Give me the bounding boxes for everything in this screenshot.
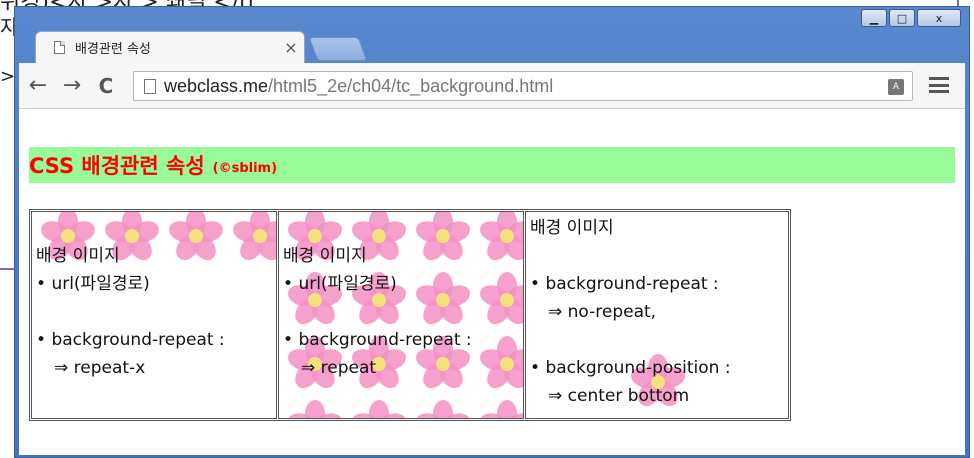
- browser-window: ▁ □ x 배경관련 속성 × ← → C webclass.me/html5_…: [14, 6, 970, 458]
- translate-icon[interactable]: A: [888, 79, 904, 95]
- cell-line: ⇒ repeat-x: [54, 358, 146, 378]
- flower-icon: [287, 400, 343, 418]
- new-tab-button[interactable]: [308, 37, 368, 61]
- close-icon: x: [935, 11, 943, 25]
- cell-line: ⇒ no-repeat,: [548, 302, 657, 322]
- window-controls: ▁ □ x: [861, 9, 961, 27]
- flower-icon: [351, 400, 407, 418]
- back-button[interactable]: ←: [25, 73, 51, 99]
- forward-button[interactable]: →: [59, 73, 85, 99]
- page-content: CSS 배경관련 속성 (©sblim) 배경 이미지 url(파일경로) ba…: [19, 109, 965, 455]
- reload-button[interactable]: C: [93, 73, 119, 99]
- cell-line: background-repeat :: [283, 326, 519, 354]
- demo-table: 배경 이미지 url(파일경로) background-repeat : ⇒ r…: [29, 209, 791, 421]
- minimize-button[interactable]: ▁: [861, 9, 887, 27]
- cell-title: 배경 이미지: [36, 246, 120, 266]
- cell-line: url(파일경로): [283, 270, 519, 298]
- menu-icon[interactable]: [929, 75, 949, 95]
- browser-toolbar: ← → C webclass.me/html5_2e/ch04/tc_backg…: [19, 63, 965, 109]
- url-path: /html5_2e/ch04/tc_background.html: [268, 75, 554, 96]
- tab-title: 배경관련 속성: [75, 42, 151, 57]
- heading-copyright: (©sblim): [212, 160, 278, 176]
- cell-repeat-x: 배경 이미지 url(파일경로) background-repeat : ⇒ r…: [31, 211, 277, 419]
- cell-line: background-repeat :: [36, 326, 272, 354]
- browser-tab[interactable]: 배경관련 속성 ×: [35, 31, 305, 63]
- url-text: webclass.me/html5_2e/ch04/tc_background.…: [164, 76, 553, 97]
- heading-text: CSS 배경관련 속성: [29, 154, 205, 178]
- page-heading: CSS 배경관련 속성 (©sblim): [29, 147, 955, 183]
- page-icon: [54, 41, 65, 54]
- cell-line: url(파일경로): [36, 270, 272, 298]
- cell-no-repeat: 배경 이미지 background-repeat : ⇒ no-repeat, …: [525, 211, 789, 419]
- cell-line: ⇒ repeat: [301, 358, 377, 378]
- cell-line: background-repeat :: [530, 270, 784, 298]
- flower-icon: [415, 400, 471, 418]
- cell-line: ⇒ center bottom: [548, 386, 690, 406]
- tab-close-icon[interactable]: ×: [278, 38, 304, 57]
- url-host: webclass.me: [164, 75, 269, 96]
- cell-title: 배경 이미지: [530, 218, 614, 238]
- cell-repeat: 배경 이미지 url(파일경로) background-repeat : ⇒ r…: [278, 211, 524, 419]
- maximize-icon: □: [896, 11, 908, 25]
- address-bar[interactable]: webclass.me/html5_2e/ch04/tc_background.…: [133, 71, 913, 101]
- minimize-icon: ▁: [869, 11, 879, 25]
- page-icon: [144, 78, 156, 94]
- maximize-button[interactable]: □: [889, 9, 915, 27]
- flower-icon: [479, 400, 523, 418]
- close-window-button[interactable]: x: [917, 9, 961, 27]
- background-slide-text-3: >: [0, 66, 16, 87]
- cell-title: 배경 이미지: [283, 246, 367, 266]
- cell-line: background-position :: [530, 354, 784, 382]
